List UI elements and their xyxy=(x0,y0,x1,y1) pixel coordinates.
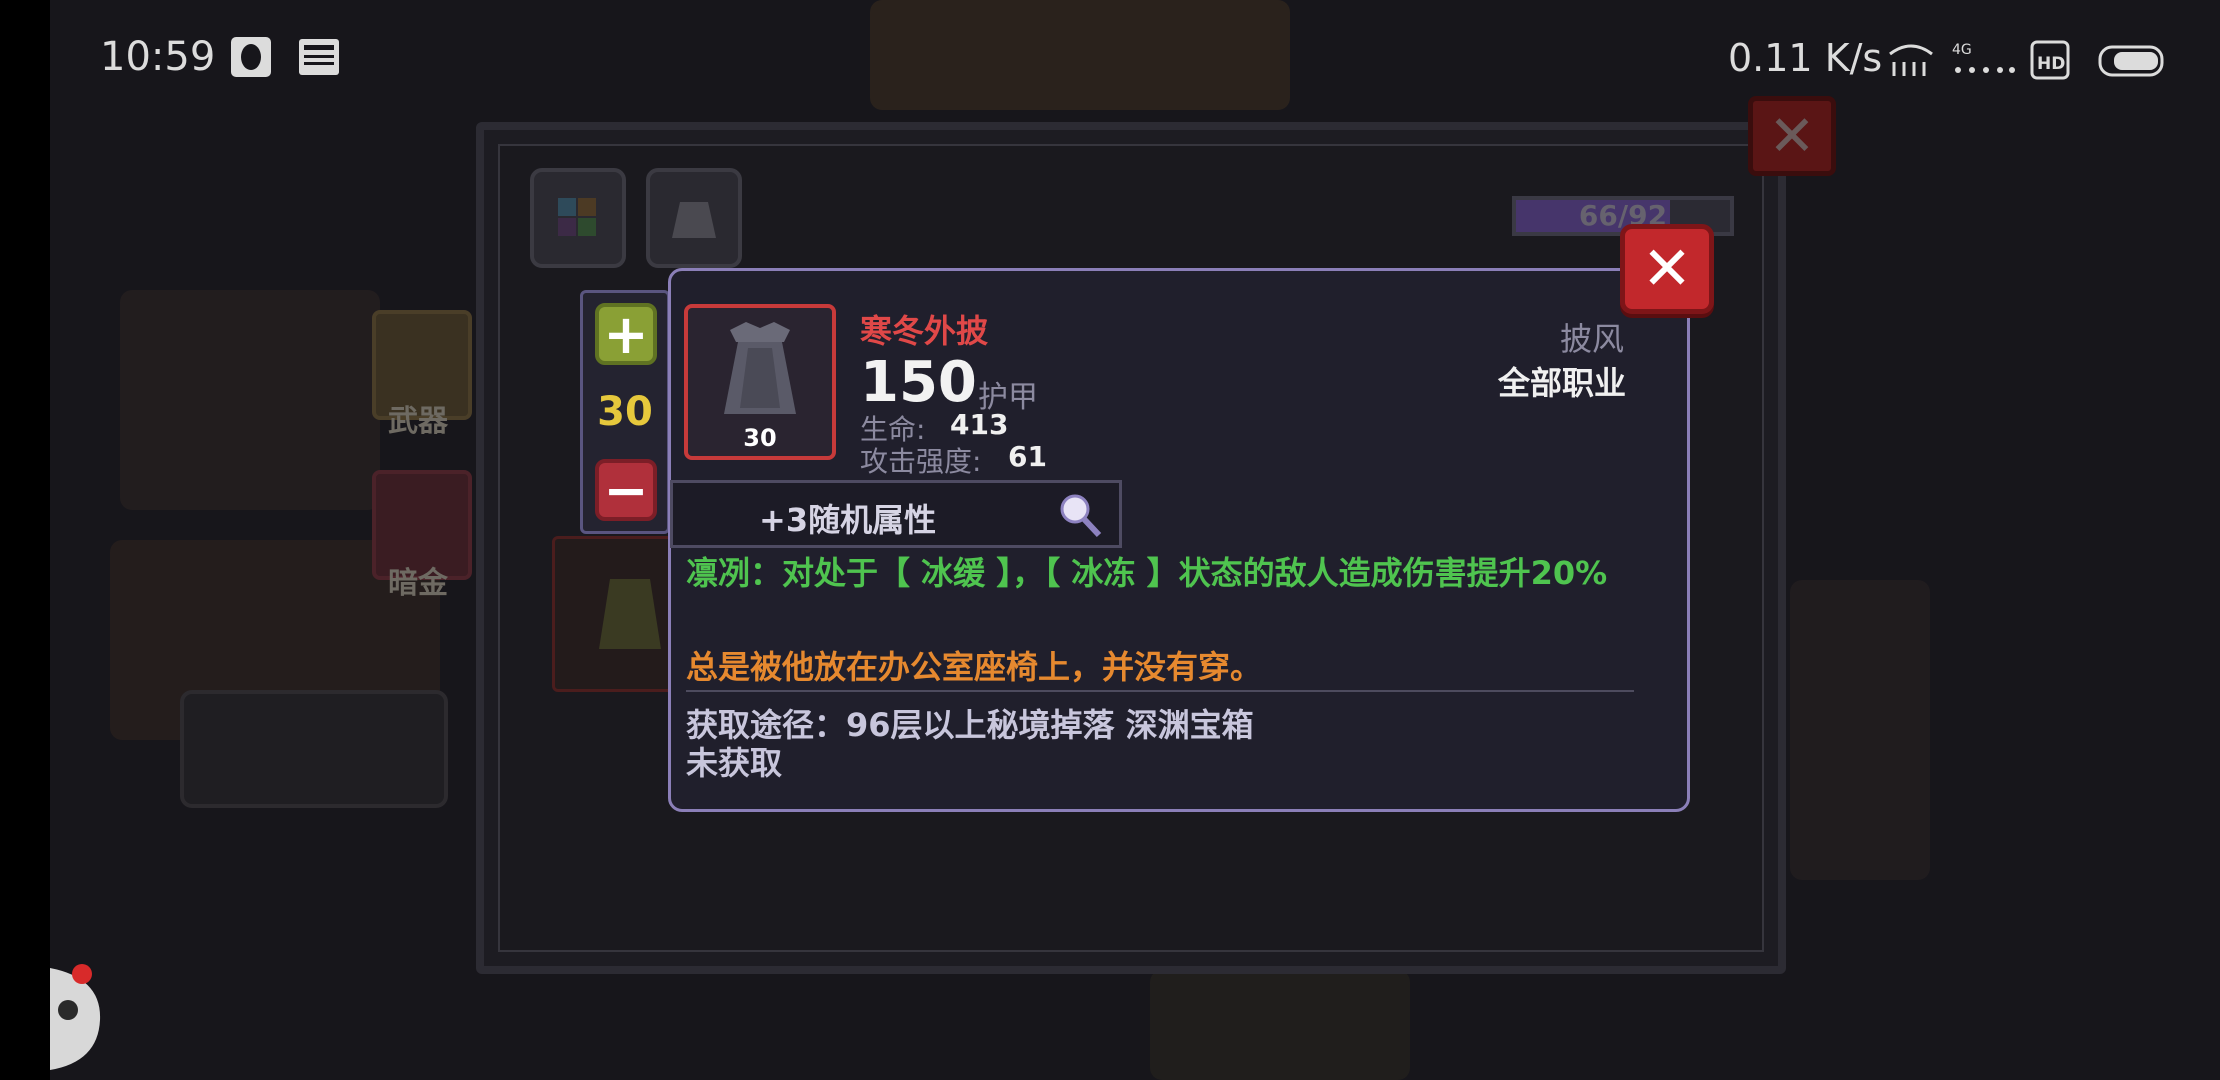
random-attributes-button[interactable]: +3随机属性 xyxy=(670,480,1122,548)
level-decrease-button[interactable]: − xyxy=(595,458,657,522)
tab-cloak[interactable] xyxy=(646,168,742,268)
tooltip-close-button[interactable]: ✕ xyxy=(1620,224,1714,314)
dark-gold-label: 暗金 xyxy=(388,566,448,601)
stat-value-attack: 61 xyxy=(1008,440,1047,473)
panel-close-button[interactable]: ✕ xyxy=(1748,96,1836,176)
status-time: 10:59 xyxy=(100,34,216,80)
signal-4g-icon: 4G xyxy=(1952,40,2018,82)
stat-label-attack: 攻击强度: xyxy=(860,445,982,478)
status-bar: 10:59 0.11 K/s 4G HD xyxy=(0,0,2220,120)
item-status: 未获取 xyxy=(686,744,783,782)
item-icon-frame: 30 xyxy=(684,304,836,460)
plus-icon: + xyxy=(603,302,649,366)
item-flavor-text: 总是被他放在办公室座椅上，并没有穿。 xyxy=(686,648,1263,686)
floating-avatar[interactable] xyxy=(50,958,102,1070)
left-letterbox xyxy=(0,0,50,1080)
level-value: 30 xyxy=(597,389,653,435)
battery-icon xyxy=(2098,44,2168,82)
tooltip-divider xyxy=(686,690,1634,692)
close-icon: ✕ xyxy=(1641,234,1693,304)
tab-all-items[interactable] xyxy=(530,168,626,268)
wifi-icon xyxy=(1886,40,1936,82)
grid-icon xyxy=(558,198,596,236)
svg-text:4G: 4G xyxy=(1952,42,1972,58)
svg-text:HD: HD xyxy=(2037,54,2065,74)
qq-icon xyxy=(230,36,272,78)
item-armor-value: 150 xyxy=(860,350,977,415)
hd-icon: HD xyxy=(2030,40,2070,84)
magnifier-icon xyxy=(1060,494,1102,538)
cloak-tab-icon xyxy=(672,202,716,238)
minus-icon: − xyxy=(603,458,649,522)
level-stepper: + 30 − xyxy=(580,290,670,534)
item-class-restriction: 全部职业 xyxy=(1497,364,1626,402)
stat-value-hp: 413 xyxy=(950,408,1009,441)
item-level: 30 xyxy=(743,424,777,452)
item-name: 寒冬外披 xyxy=(860,312,989,350)
cloak-icon xyxy=(724,322,796,414)
item-effect: 凛冽：对处于【 冰缓 】，【 冰冻 】状态的敌人造成伤害提升20% xyxy=(686,554,1608,592)
level-increase-button[interactable]: + xyxy=(595,302,657,366)
network-speed: 0.11 K/s xyxy=(1728,36,1883,80)
news-icon xyxy=(298,36,340,78)
weapon-label: 武器 xyxy=(388,404,448,439)
item-type: 披风 xyxy=(1559,320,1624,358)
random-attributes-label: +3随机属性 xyxy=(759,501,937,539)
